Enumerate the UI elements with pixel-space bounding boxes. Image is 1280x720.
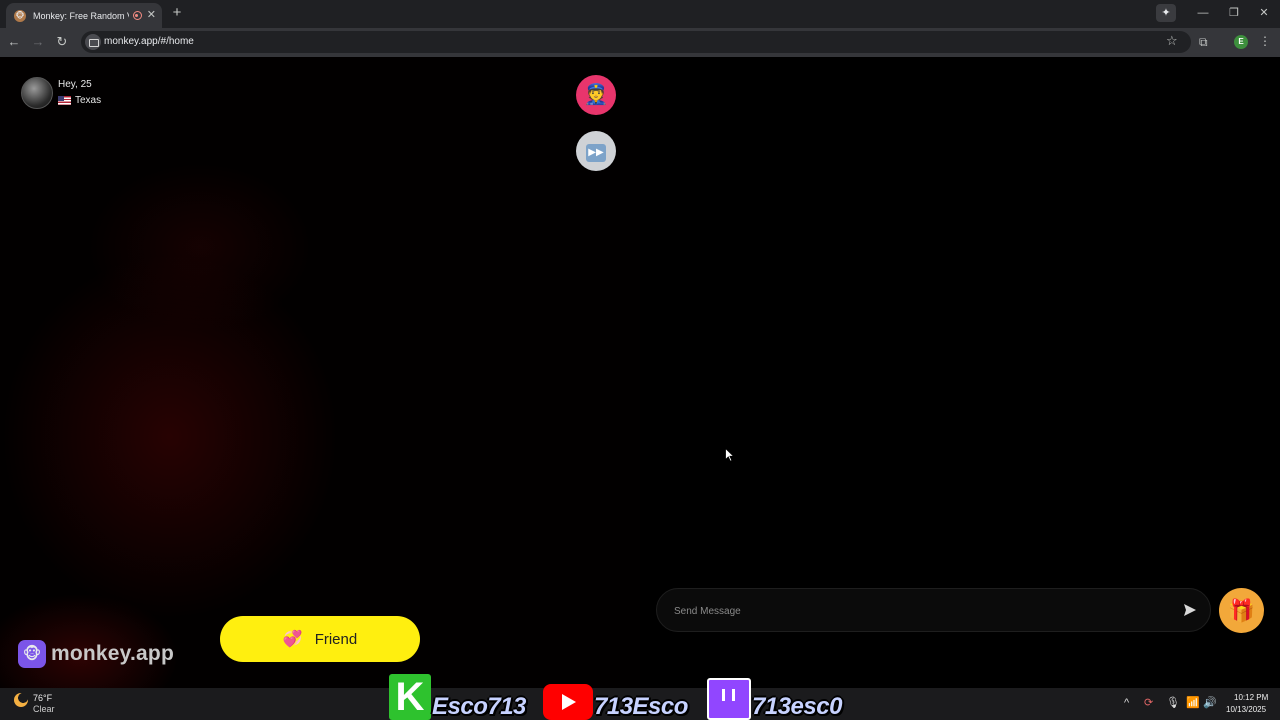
gemini-icon[interactable]: ✦ bbox=[1156, 4, 1176, 22]
weather-temp[interactable]: 76°F bbox=[33, 693, 52, 703]
url-text[interactable]: monkey.app/#/home bbox=[104, 36, 194, 47]
weather-moon-icon[interactable] bbox=[14, 693, 28, 707]
close-window-button[interactable]: ✕ bbox=[1255, 4, 1273, 22]
weather-condition[interactable]: Clear bbox=[33, 704, 55, 714]
browser-menu-icon[interactable]: ⋮ bbox=[1259, 34, 1271, 48]
wifi-icon[interactable]: 📶 bbox=[1186, 696, 1200, 710]
overlay-twitch-handle: 713esc0 bbox=[752, 693, 842, 720]
microphone-icon[interactable]: 🎙 bbox=[1166, 696, 1180, 710]
windows-taskbar: 76°F Clear K Esco713 713Esco 713esc0 ^ ⟳… bbox=[0, 674, 1280, 720]
message-composer bbox=[656, 588, 1211, 632]
brand-name: monkey.app bbox=[51, 642, 174, 665]
minimize-button[interactable]: — bbox=[1194, 4, 1212, 22]
profile-avatar[interactable]: E bbox=[1234, 35, 1248, 49]
heart-icon: 💞 bbox=[282, 631, 303, 648]
report-button[interactable]: 👮 bbox=[576, 75, 616, 115]
location-text: Texas bbox=[75, 95, 102, 106]
forward-button[interactable]: → bbox=[30, 34, 46, 50]
browser-toolbar: ← → ↻ monkey.app/#/home ☆ ⧉ bbox=[0, 28, 1280, 57]
send-icon[interactable] bbox=[1183, 603, 1197, 617]
gift-button[interactable]: 🎁 bbox=[1219, 588, 1264, 633]
clock-date[interactable]: 10/13/2025 bbox=[1226, 705, 1266, 714]
tab-search-icon[interactable]: ⧉ bbox=[1199, 34, 1208, 50]
clock-time[interactable]: 10:12 PM bbox=[1234, 693, 1268, 702]
monkey-logo-icon: 🐵 bbox=[18, 640, 46, 668]
user-greeting: Hey, 25 bbox=[58, 79, 92, 90]
youtube-logo-icon bbox=[543, 684, 593, 720]
matched-user-card: Hey, 25 Texas bbox=[21, 77, 201, 111]
volume-icon[interactable]: 🔊 bbox=[1203, 696, 1217, 710]
site-info-icon[interactable] bbox=[85, 34, 101, 50]
recording-indicator-icon bbox=[132, 11, 142, 20]
user-location: Texas bbox=[58, 95, 101, 106]
gift-icon: 🎁 bbox=[1227, 598, 1256, 623]
kick-logo-icon: K bbox=[389, 674, 431, 720]
bookmark-star-icon[interactable]: ☆ bbox=[1166, 33, 1178, 49]
local-video-feed bbox=[0, 57, 640, 688]
overlay-kick-handle: Esco713 bbox=[432, 693, 526, 720]
us-flag-icon bbox=[58, 96, 71, 105]
monkey-icon: 🐵 bbox=[14, 9, 26, 22]
tab-title: Monkey: Free Random Vide bbox=[33, 10, 129, 21]
address-bar[interactable]: monkey.app/#/home ☆ bbox=[81, 31, 1191, 53]
police-officer-icon: 👮 bbox=[583, 84, 609, 106]
skip-button[interactable]: ▶▶ bbox=[576, 131, 616, 171]
tray-chevron-icon[interactable]: ^ bbox=[1124, 696, 1129, 710]
restore-button[interactable]: ❐ bbox=[1225, 4, 1243, 22]
overlay-youtube-handle: 713Esco bbox=[594, 693, 688, 720]
browser-tab-strip: 🐵 Monkey: Free Random Vide ✕ + ✦ — ❐ ✕ bbox=[0, 0, 1280, 28]
tab-close-icon[interactable]: ✕ bbox=[147, 10, 156, 21]
friend-button[interactable]: 💞 Friend bbox=[220, 616, 420, 662]
mouse-cursor-icon bbox=[725, 448, 735, 462]
message-input[interactable] bbox=[674, 601, 1154, 621]
friend-button-label: Friend bbox=[314, 630, 358, 648]
back-button[interactable]: ← bbox=[6, 34, 22, 50]
sync-icon[interactable]: ⟳ bbox=[1144, 696, 1153, 710]
twitch-logo-icon bbox=[707, 678, 751, 720]
brand-watermark: 🐵 monkey.app bbox=[18, 640, 174, 668]
new-tab-button[interactable]: + bbox=[169, 4, 185, 22]
next-track-icon: ▶▶ bbox=[586, 144, 606, 162]
reload-button[interactable]: ↻ bbox=[54, 34, 70, 50]
avatar[interactable] bbox=[21, 77, 53, 109]
monkey-app-page: Hey, 25 Texas 👮 ▶▶ 💞 Friend 🐵 monkey.app… bbox=[0, 57, 1280, 688]
browser-tab-active[interactable]: 🐵 Monkey: Free Random Vide ✕ bbox=[6, 3, 162, 28]
